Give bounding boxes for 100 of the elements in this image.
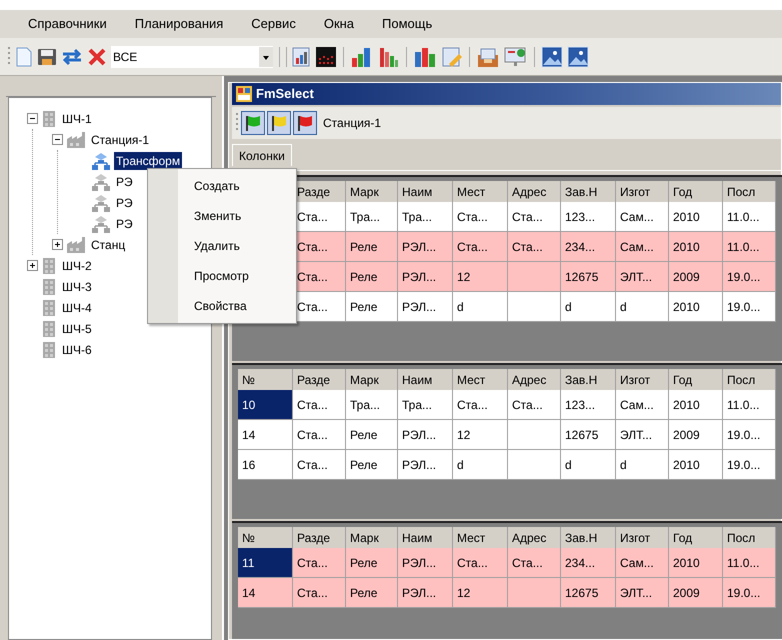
context-menu-item[interactable]: Зменить — [178, 201, 296, 231]
tree-item[interactable]: РЭ — [114, 172, 135, 190]
table-cell: 12 — [453, 578, 508, 608]
column-header[interactable]: Наим — [398, 369, 453, 390]
column-header[interactable]: Изгот — [616, 181, 669, 202]
column-header[interactable]: Мест — [453, 369, 508, 390]
column-header[interactable]: Зав.Н — [561, 369, 616, 390]
table-cell: 11 — [238, 548, 293, 578]
cabinet-icon[interactable] — [476, 46, 500, 68]
tree-item[interactable]: ШЧ-4 — [60, 298, 94, 316]
table-cell: 2009 — [669, 262, 723, 292]
column-header[interactable]: Год — [669, 181, 723, 202]
table-cell — [508, 420, 561, 450]
menu-item[interactable]: Планирования — [134, 14, 224, 34]
collapse-icon[interactable] — [27, 113, 38, 124]
table-cell: РЭЛ... — [398, 450, 453, 480]
building-icon — [41, 298, 57, 316]
column-header[interactable]: Посл — [723, 369, 776, 390]
expand-icon[interactable] — [52, 239, 63, 250]
table-cell: Реле — [346, 292, 398, 322]
column-header[interactable]: Зав.Н — [561, 181, 616, 202]
tree-item[interactable]: Станция-1 — [89, 130, 152, 148]
filter-combo[interactable]: ВСЕ — [111, 46, 273, 68]
tree-item[interactable]: РЭ — [114, 214, 135, 232]
context-menu-item[interactable]: Удалить — [178, 231, 296, 261]
table-cell: Ста... — [508, 202, 561, 232]
column-header[interactable]: № — [238, 369, 293, 390]
led-panel-icon[interactable] — [315, 46, 337, 68]
bar-chart-icon[interactable] — [378, 46, 400, 68]
hierarchy-icon — [91, 214, 111, 232]
column-header[interactable]: Адрес — [508, 369, 561, 390]
menu-item[interactable]: Сервис — [251, 14, 296, 34]
columns-tab[interactable]: Колонки — [232, 144, 292, 166]
collapse-icon[interactable] — [52, 134, 63, 145]
column-header[interactable]: Адрес — [508, 527, 561, 548]
table-cell: Реле — [346, 578, 398, 608]
column-header[interactable]: № — [238, 527, 293, 548]
column-header[interactable]: Зав.Н — [561, 527, 616, 548]
image-icon[interactable] — [567, 46, 589, 68]
table-cell: Ста... — [508, 390, 561, 420]
report-icon[interactable] — [291, 46, 311, 68]
column-header[interactable]: Год — [669, 369, 723, 390]
table-cell: РЭЛ... — [398, 292, 453, 322]
flag-button[interactable] — [267, 111, 291, 135]
save-icon[interactable] — [37, 46, 57, 66]
column-header[interactable]: Разде — [293, 527, 346, 548]
column-header[interactable]: Посл — [723, 527, 776, 548]
filter-value: ВСЕ — [112, 48, 138, 66]
table-cell: Ста... — [453, 548, 508, 578]
column-header[interactable]: Наим — [398, 181, 453, 202]
bar-chart-icon[interactable] — [413, 46, 437, 68]
building-icon — [41, 278, 57, 296]
table-cell: 2010 — [669, 202, 723, 232]
column-header[interactable]: Адрес — [508, 181, 561, 202]
flag-icon — [296, 114, 314, 132]
context-menu-item[interactable]: Свойства — [178, 291, 296, 321]
table-cell: РЭЛ... — [398, 232, 453, 262]
delete-icon[interactable] — [87, 46, 107, 66]
building-icon — [41, 340, 57, 358]
table-cell: 11.0... — [723, 548, 776, 578]
table-cell: Сам... — [616, 202, 669, 232]
context-menu-item[interactable]: Создать — [178, 171, 296, 201]
column-header[interactable]: Изгот — [616, 369, 669, 390]
table-cell: Реле — [346, 450, 398, 480]
column-header[interactable]: Мест — [453, 181, 508, 202]
tree-item[interactable]: ШЧ-1 — [60, 110, 94, 128]
menu-item[interactable]: Помощь — [382, 14, 432, 34]
context-menu-item[interactable]: Просмотр — [178, 261, 296, 291]
flag-button[interactable] — [293, 111, 317, 135]
column-header[interactable]: Разде — [293, 369, 346, 390]
swap-arrows-icon[interactable] — [61, 46, 83, 66]
table-cell: Сам... — [616, 548, 669, 578]
tree-item[interactable]: Станц — [89, 236, 128, 254]
column-header[interactable]: Наим — [398, 527, 453, 548]
column-header[interactable]: Посл — [723, 181, 776, 202]
column-header[interactable]: Марк — [346, 181, 398, 202]
image-icon[interactable] — [541, 46, 563, 68]
table-cell: 12 — [453, 420, 508, 450]
tree-item[interactable]: ШЧ-5 — [60, 320, 94, 338]
tree-item[interactable]: РЭ — [114, 194, 135, 212]
tree-item[interactable]: ШЧ-2 — [60, 256, 94, 274]
column-header[interactable]: Мест — [453, 527, 508, 548]
column-header[interactable]: Год — [669, 527, 723, 548]
building-icon — [41, 320, 57, 338]
column-header[interactable]: Марк — [346, 369, 398, 390]
building-icon — [41, 110, 57, 128]
hierarchy-icon — [91, 152, 111, 170]
expand-icon[interactable] — [27, 260, 38, 271]
tree-item[interactable]: Трансформ — [114, 152, 182, 170]
tree-item[interactable]: ШЧ-6 — [60, 340, 94, 358]
monitor-globe-icon[interactable] — [504, 46, 528, 68]
table-cell: Ста... — [293, 578, 346, 608]
table-cell: Тра... — [346, 390, 398, 420]
column-header[interactable]: Марк — [346, 527, 398, 548]
tree-item[interactable]: ШЧ-3 — [60, 278, 94, 296]
flag-button[interactable] — [241, 111, 265, 135]
menu-item[interactable]: Справочники — [28, 14, 107, 34]
form-edit-icon[interactable] — [441, 46, 463, 68]
menu-item[interactable]: Окна — [324, 14, 354, 34]
column-header[interactable]: Изгот — [616, 527, 669, 548]
